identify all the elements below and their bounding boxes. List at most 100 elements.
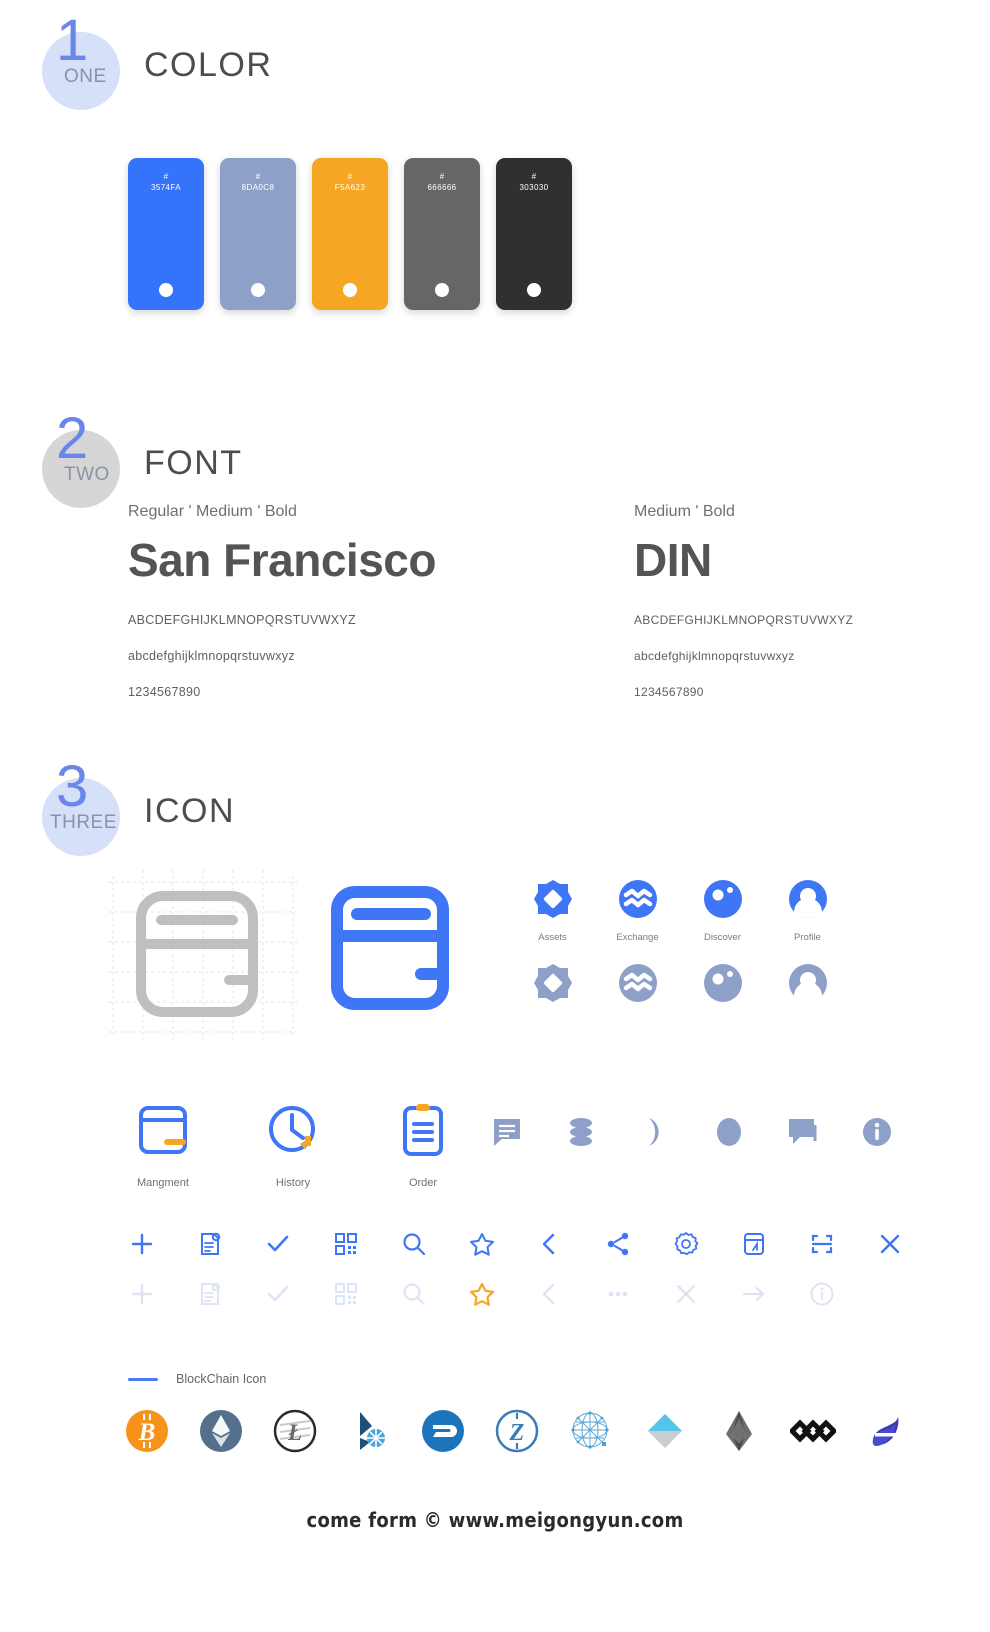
font-family-name: DIN	[634, 534, 712, 586]
icon-label: Order	[408, 1177, 438, 1189]
icon-history[interactable]: History	[258, 1100, 328, 1189]
tab-assets[interactable]: Assets	[530, 878, 575, 943]
chevron-left-icon[interactable]	[536, 1280, 564, 1308]
info-icon[interactable]	[860, 1115, 894, 1149]
card-icon[interactable]	[740, 1230, 768, 1258]
color-swatch[interactable]: #666666	[404, 158, 480, 310]
qtum-icon[interactable]	[566, 1406, 616, 1456]
icon-management[interactable]: Mangment	[128, 1100, 198, 1189]
font-lowercase-specimen: abcdefghijklmnopqrstuvwxyz	[634, 649, 795, 663]
circle-icon[interactable]	[712, 1115, 746, 1149]
wallet-management-icon	[139, 1106, 187, 1154]
tab-assets-inactive[interactable]	[530, 962, 575, 1009]
message-icon[interactable]	[490, 1115, 524, 1149]
nem-icon[interactable]	[788, 1406, 838, 1456]
font-family-name: San Francisco	[128, 534, 436, 586]
font-numeral-specimen: 1234567890	[634, 685, 704, 699]
steem-icon[interactable]	[862, 1406, 912, 1456]
svg-text:Z: Z	[509, 1420, 525, 1446]
icon-label: History	[275, 1177, 311, 1189]
ellipsis-icon[interactable]	[604, 1280, 632, 1308]
icon-order[interactable]: Order	[388, 1100, 458, 1189]
history-clock-icon	[269, 1106, 315, 1152]
check-icon[interactable]	[264, 1280, 292, 1308]
database-icon[interactable]	[564, 1115, 598, 1149]
wallet-logo	[325, 878, 455, 1033]
blockchain-section-label: BlockChain Icon	[128, 1372, 266, 1386]
wallet-construction-grid	[105, 868, 305, 1043]
font-lowercase-specimen: abcdefghijklmnopqrstuvwxyz	[128, 649, 295, 663]
bitcoin-icon[interactable]: B	[122, 1406, 172, 1456]
document-settings-icon[interactable]	[196, 1230, 224, 1258]
plus-icon[interactable]	[128, 1230, 156, 1258]
plus-icon[interactable]	[128, 1280, 156, 1308]
tab-discover[interactable]: Discover	[700, 878, 745, 943]
font-specimen-sanfrancisco: Regular ' Medium ' Bold San Francisco AB…	[128, 503, 598, 721]
tabbar-icons-inactive	[530, 962, 830, 1009]
star-icon[interactable]	[468, 1230, 496, 1258]
close-icon[interactable]	[876, 1230, 904, 1258]
eos-icon[interactable]	[714, 1406, 764, 1456]
arrow-right-icon[interactable]	[740, 1280, 768, 1308]
scan-icon[interactable]	[808, 1230, 836, 1258]
profile-icon	[788, 880, 827, 919]
tab-profile-inactive[interactable]	[785, 962, 830, 1009]
label-dash	[128, 1377, 158, 1381]
utility-icon-row-gray	[128, 1280, 836, 1308]
section-title-font: FONT	[144, 444, 243, 482]
section-badge-three: 3 THREE	[24, 758, 120, 856]
badge-number: 1	[56, 8, 88, 73]
info-icon[interactable]	[808, 1280, 836, 1308]
tab-discover-inactive[interactable]	[700, 962, 745, 1009]
search-icon[interactable]	[400, 1280, 428, 1308]
star-filled-icon[interactable]	[468, 1280, 496, 1308]
discover-icon	[703, 964, 742, 1002]
exchange-icon	[618, 880, 657, 918]
color-swatch[interactable]: #3574FA	[128, 158, 204, 310]
color-swatch[interactable]: #303030	[496, 158, 572, 310]
tab-exchange-inactive[interactable]	[615, 962, 660, 1009]
style-guide-page: 1 ONE COLOR #3574FA #8DA0C8 # F5A623 #666…	[0, 0, 990, 1632]
qrcode-icon[interactable]	[332, 1280, 360, 1308]
ethereum-icon[interactable]	[196, 1406, 246, 1456]
swatch-hex-label: # F5A623	[334, 172, 366, 192]
misc-icon-row	[490, 1115, 894, 1149]
profile-icon	[788, 964, 827, 1003]
section-header-font: 2 TWO FONT	[24, 410, 243, 508]
color-swatch[interactable]: #8DA0C8	[220, 158, 296, 310]
font-weights-label: Regular ' Medium ' Bold	[128, 503, 297, 520]
comment-icon[interactable]	[786, 1115, 820, 1149]
moon-icon[interactable]	[638, 1115, 672, 1149]
bitshares-icon[interactable]	[344, 1406, 394, 1456]
font-specimen-din: Medium ' Bold DIN ABCDEFGHIJKLMNOPQRSTUV…	[634, 503, 974, 721]
section-header-icon: 3 THREE ICON	[24, 758, 235, 856]
gear-icon[interactable]	[672, 1230, 700, 1258]
litecoin-icon[interactable]: Ł	[270, 1406, 320, 1456]
section-badge-two: 2 TWO	[24, 410, 120, 508]
search-icon[interactable]	[400, 1230, 428, 1258]
font-uppercase-specimen: ABCDEFGHIJKLMNOPQRSTUVWXYZ	[128, 613, 356, 627]
document-settings-icon[interactable]	[196, 1280, 224, 1308]
zcash-icon[interactable]: Z	[492, 1406, 542, 1456]
badge-word: TWO	[64, 464, 110, 485]
tab-profile[interactable]: Profile	[785, 878, 830, 943]
tab-label: Assets	[538, 932, 567, 943]
share-icon[interactable]	[604, 1230, 632, 1258]
dash-icon[interactable]	[418, 1406, 468, 1456]
waves-icon[interactable]	[640, 1406, 690, 1456]
swatch-hex-label: #3574FA	[151, 172, 181, 192]
section-badge-one: 1 ONE	[24, 12, 120, 110]
close-icon[interactable]	[672, 1280, 700, 1308]
tab-exchange[interactable]: Exchange	[615, 878, 660, 943]
qrcode-icon[interactable]	[332, 1230, 360, 1258]
tabbar-icons-active: Assets Exchange Discover Profile	[530, 878, 830, 943]
swatch-hex-label: #8DA0C8	[241, 172, 275, 192]
tab-label: Discover	[704, 932, 741, 943]
assets-icon	[533, 880, 572, 918]
color-swatch[interactable]: # F5A623	[312, 158, 388, 310]
blockchain-label-text: BlockChain Icon	[176, 1372, 267, 1386]
tab-label: Profile	[794, 932, 821, 943]
check-icon[interactable]	[264, 1230, 292, 1258]
font-numeral-specimen: 1234567890	[128, 685, 201, 699]
chevron-left-icon[interactable]	[536, 1230, 564, 1258]
